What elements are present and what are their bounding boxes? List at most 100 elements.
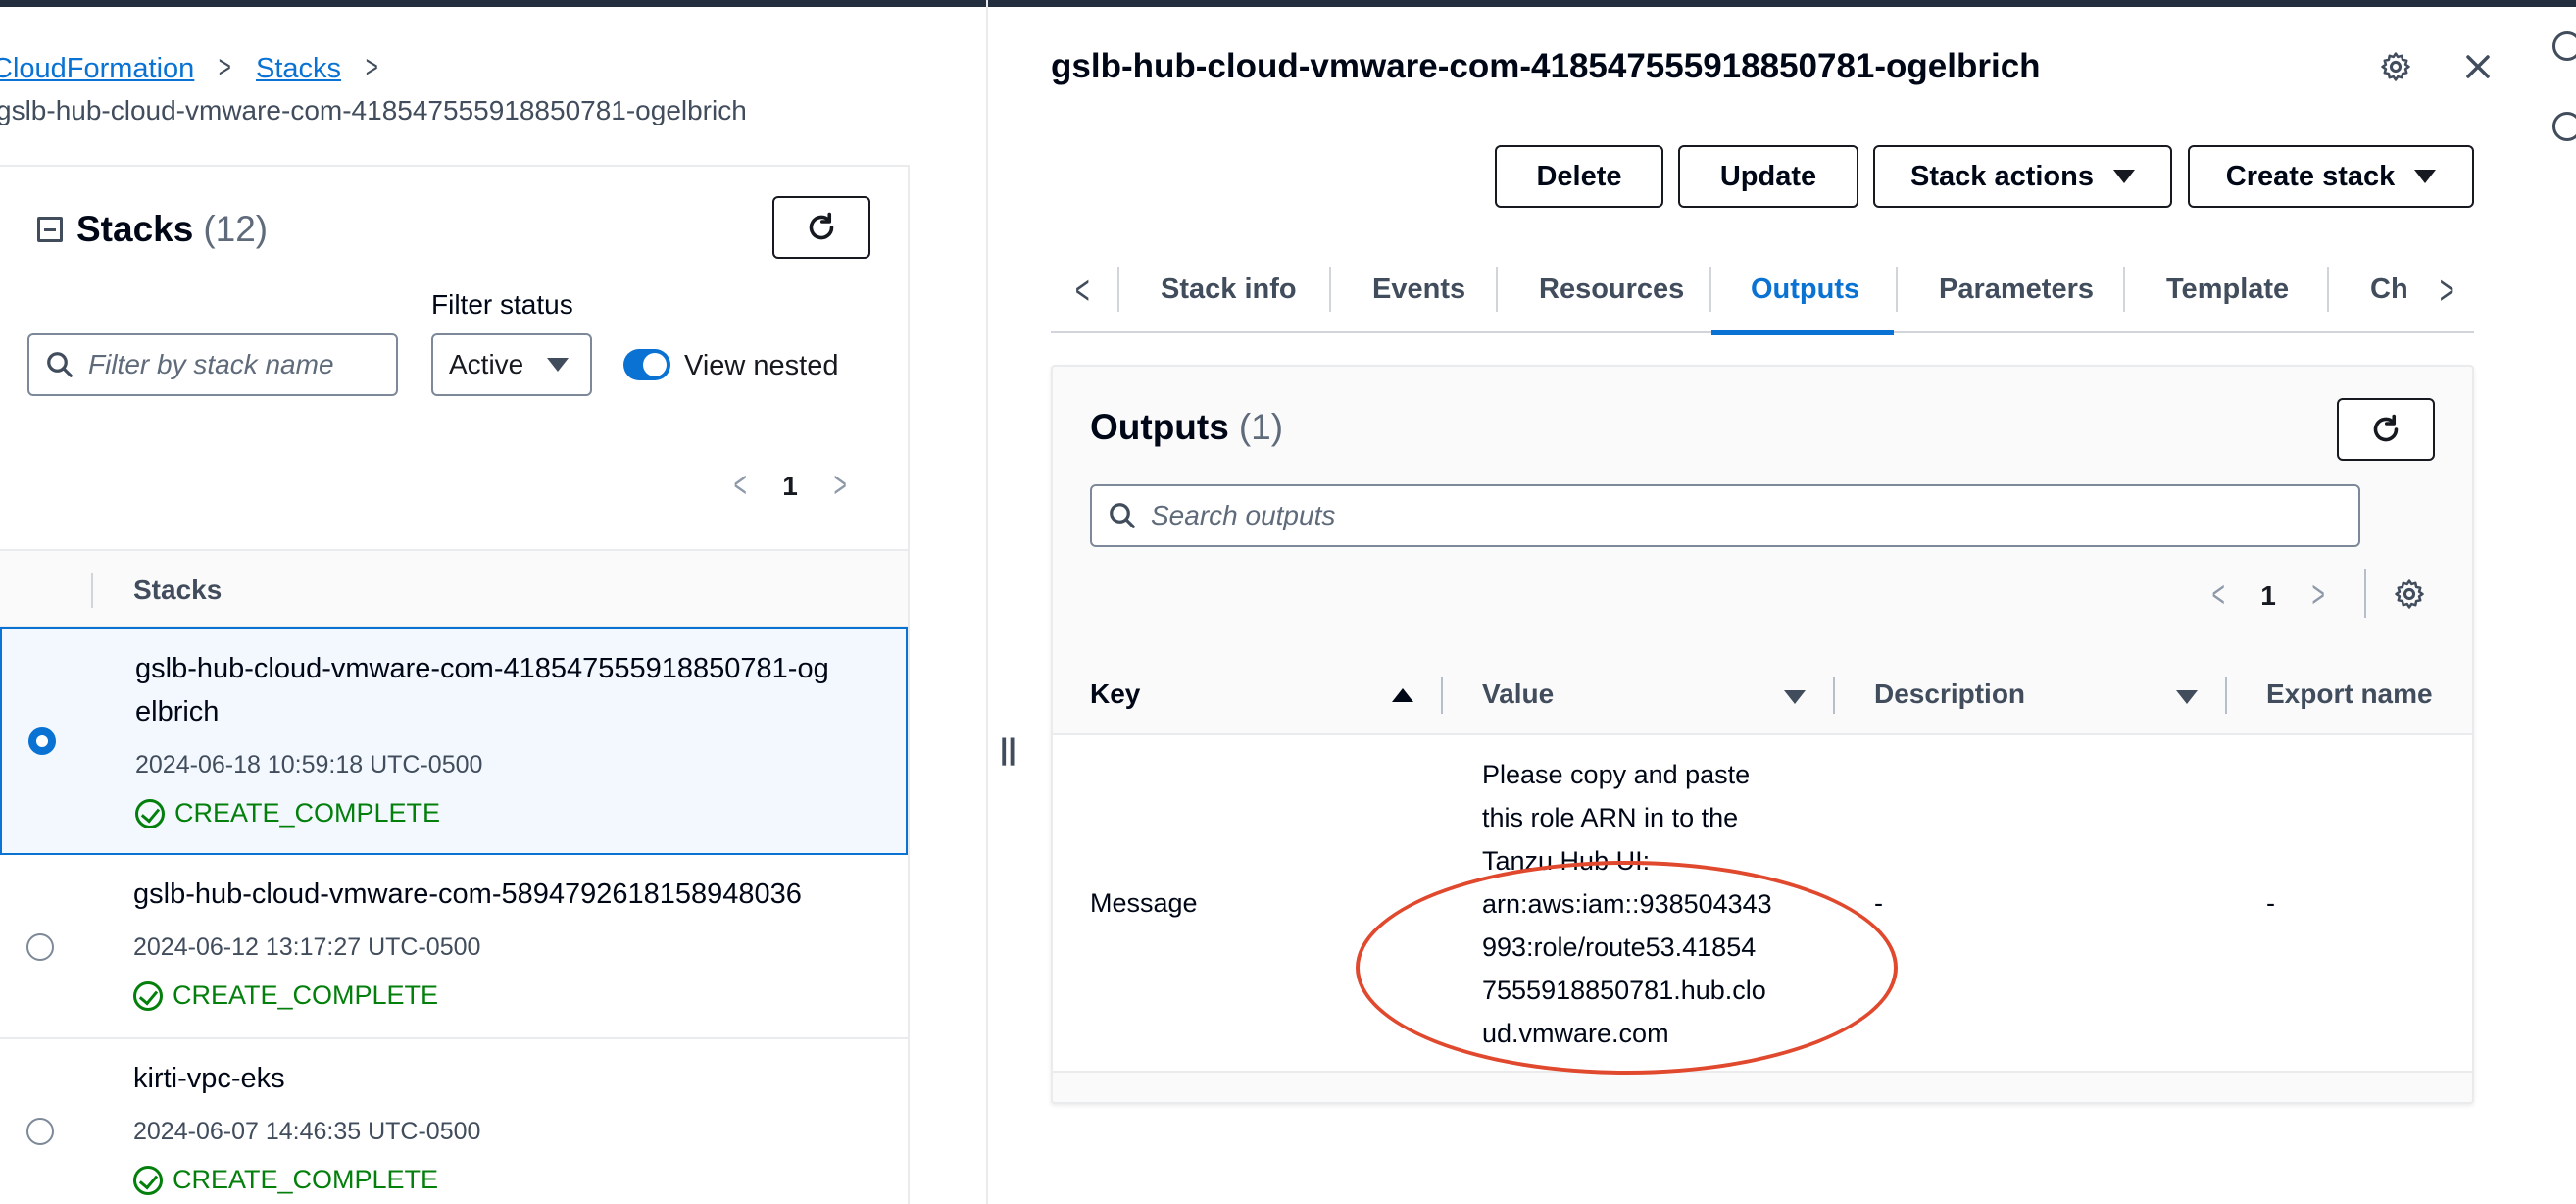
outputs-header: Outputs (1) [1090, 407, 1283, 448]
outputs-table-header: Key Value Description Export name [1053, 659, 2472, 735]
stack-status-text: CREATE_COMPLETE [173, 980, 439, 1010]
outputs-count: (1) [1238, 407, 1284, 447]
stack-status-text: CREATE_COMPLETE [174, 798, 441, 828]
tab-outputs[interactable]: Outputs [1711, 245, 1894, 335]
column-divider[interactable] [2225, 677, 2227, 714]
gear-icon [2395, 579, 2424, 609]
chevron-right-icon[interactable]: > [2440, 267, 2454, 314]
column-divider[interactable] [1441, 677, 1443, 714]
outputs-pagination: < 1 > [2207, 575, 2329, 617]
stacks-list-header: Stacks [0, 549, 908, 627]
chevron-left-icon[interactable]: < [733, 465, 746, 507]
refresh-outputs-button[interactable] [2337, 398, 2435, 461]
tab-resources[interactable]: Resources [1539, 245, 1684, 333]
column-divider[interactable] [1833, 677, 1835, 714]
stack-row[interactable]: kirti-vpc-eks 2024-06-07 14:46:35 UTC-05… [0, 1039, 908, 1204]
view-nested-label: View nested [684, 350, 839, 381]
chevron-right-icon[interactable]: > [2311, 575, 2324, 617]
column-description[interactable]: Description [1874, 678, 2025, 710]
tab-template[interactable]: Template [2166, 245, 2289, 333]
stack-detail-title: gslb-hub-cloud-vmware-com-41854755591885… [1051, 47, 2041, 85]
tab-divider [1496, 267, 1498, 312]
refresh-stacks-button[interactable] [772, 196, 870, 259]
outputs-page-number[interactable]: 1 [2260, 580, 2276, 612]
stack-row[interactable]: gslb-hub-cloud-vmware-com-41854755591885… [0, 627, 908, 855]
outputs-search-input[interactable]: Search outputs [1090, 484, 2360, 547]
delete-label: Delete [1536, 160, 1622, 192]
stack-radio[interactable] [28, 727, 56, 755]
stack-name[interactable]: gslb-hub-cloud-vmware-com-58947926181589… [133, 873, 839, 916]
stack-created-date: 2024-06-07 14:46:35 UTC-0500 [133, 1118, 481, 1145]
pagination-divider [2364, 569, 2366, 618]
tab-parameters[interactable]: Parameters [1939, 245, 2094, 333]
tab-divider [1117, 267, 1119, 312]
check-circle-icon [133, 980, 163, 1011]
tab-divider [2123, 267, 2125, 312]
stacks-header: Stacks (12) [37, 209, 268, 250]
stacks-count: (12) [203, 209, 269, 249]
tab-divider [2327, 267, 2329, 312]
column-export-name[interactable]: Export name [2266, 678, 2433, 710]
table-preferences-button[interactable] [2392, 577, 2427, 612]
sort-desc-icon[interactable] [1784, 690, 1806, 704]
chevron-right-icon: > [365, 49, 378, 84]
stack-row[interactable]: gslb-hub-cloud-vmware-com-58947926181589… [0, 857, 908, 1037]
caret-down-icon [547, 358, 570, 372]
check-circle-icon [133, 1165, 163, 1195]
column-value[interactable]: Value [1482, 678, 1554, 710]
chevron-right-icon: > [219, 49, 232, 84]
breadcrumb-current: gslb-hub-cloud-vmware-com-41854755591885… [0, 95, 747, 125]
update-button[interactable]: Update [1678, 145, 1858, 208]
update-label: Update [1719, 160, 1817, 192]
split-panel-divider [986, 0, 988, 1204]
stacks-title: Stacks [76, 209, 194, 249]
stack-radio[interactable] [26, 1118, 54, 1145]
gear-icon [2381, 52, 2410, 81]
resize-handle-icon[interactable]: || [1000, 733, 1016, 767]
stacks-pagination: < 1 > [729, 465, 851, 507]
tab-events[interactable]: Events [1372, 245, 1465, 333]
view-nested-toggle[interactable] [623, 349, 670, 380]
chevron-right-icon[interactable]: > [833, 465, 846, 507]
tab-change-sets[interactable]: Ch [2370, 245, 2408, 333]
tab-divider [1896, 267, 1898, 312]
stack-detail-tabs: < Stack info Events Resources Outputs Pa… [1051, 245, 2474, 335]
collapse-icon[interactable] [37, 217, 63, 242]
filter-status-value: Active [449, 349, 524, 379]
stack-status: CREATE_COMPLETE [135, 798, 440, 828]
settings-panel-icon[interactable] [2552, 112, 2576, 141]
check-circle-icon [135, 798, 165, 828]
close-button[interactable] [2460, 49, 2496, 84]
search-icon [1110, 503, 1135, 528]
stack-name[interactable]: kirti-vpc-eks [133, 1057, 839, 1100]
create-stack-button[interactable]: Create stack [2188, 145, 2474, 208]
stack-radio[interactable] [26, 933, 54, 961]
stack-created-date: 2024-06-18 10:59:18 UTC-0500 [135, 751, 483, 778]
info-icon[interactable] [2552, 31, 2576, 61]
output-value-line: Please copy and paste [1482, 760, 1751, 789]
sort-asc-icon[interactable] [1392, 688, 1413, 702]
chevron-left-icon[interactable]: < [1075, 267, 1090, 314]
output-export-name: - [2266, 888, 2275, 918]
stack-search-input[interactable]: Filter by stack name [27, 333, 398, 396]
stacks-page-number[interactable]: 1 [782, 471, 798, 502]
stack-actions-label: Stack actions [1910, 160, 2094, 192]
breadcrumb-cloudformation[interactable]: CloudFormation [0, 53, 194, 84]
breadcrumb-stacks[interactable]: Stacks [256, 53, 341, 84]
tab-divider [1329, 267, 1331, 312]
stack-status: CREATE_COMPLETE [133, 980, 438, 1011]
annotation-ellipse [1356, 861, 1898, 1075]
tab-stack-info[interactable]: Stack info [1161, 245, 1297, 333]
chevron-left-icon[interactable]: < [2211, 575, 2224, 617]
breadcrumb: CloudFormation > Stacks > [0, 49, 403, 85]
stack-actions-button[interactable]: Stack actions [1873, 145, 2172, 208]
filter-status-label: Filter status [431, 289, 573, 320]
filter-status-select[interactable]: Active [431, 333, 592, 396]
column-key[interactable]: Key [1090, 678, 1140, 710]
caret-down-icon [2112, 170, 2135, 183]
sort-desc-icon[interactable] [2176, 690, 2198, 704]
delete-button[interactable]: Delete [1495, 145, 1663, 208]
settings-button[interactable] [2378, 49, 2413, 84]
stack-name[interactable]: gslb-hub-cloud-vmware-com-41854755591885… [135, 647, 841, 733]
column-divider [91, 573, 93, 608]
